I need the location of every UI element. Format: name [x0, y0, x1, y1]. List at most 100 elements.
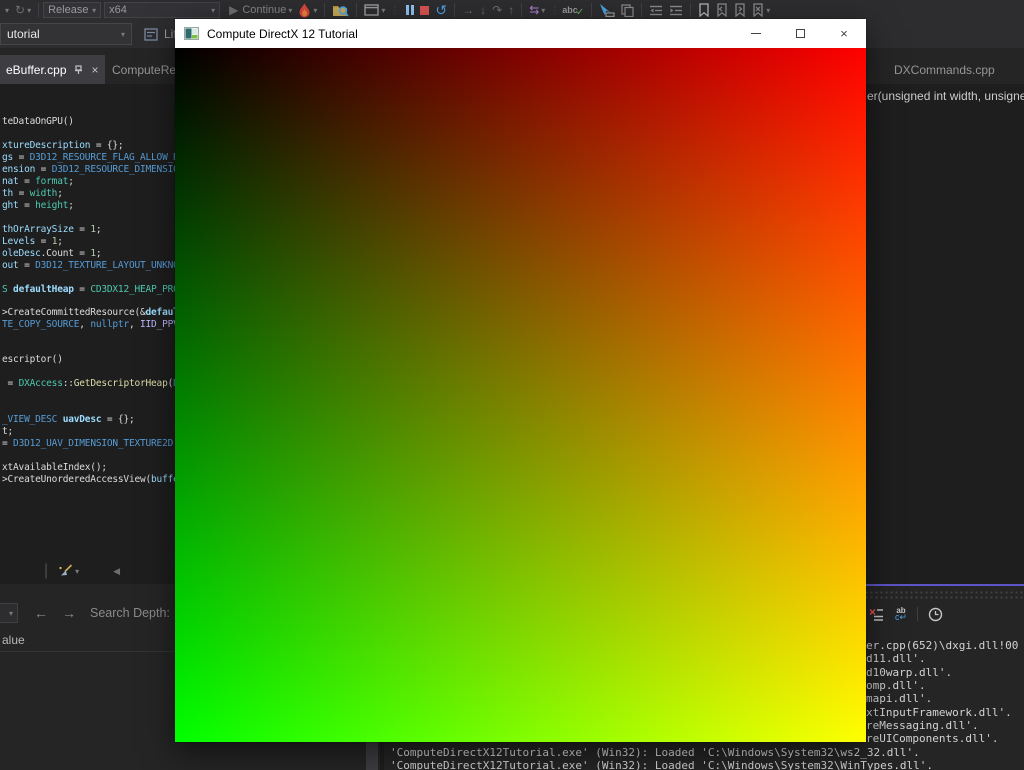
- code-token: ;: [57, 236, 63, 247]
- code-token: >CreateUnorderedAccessView(: [2, 474, 151, 485]
- separator: [591, 3, 592, 17]
- pause-button[interactable]: [403, 1, 417, 19]
- tab-ebuffer-cpp[interactable]: eBuffer.cpp ×: [0, 55, 105, 84]
- window-layout-button[interactable]: ▾: [361, 1, 388, 19]
- bookmark-next-icon: [734, 3, 746, 17]
- toolbar-overflow-grip[interactable]: ⋮: [390, 5, 397, 16]
- pause-icon: [406, 5, 414, 15]
- process-dropdown[interactable]: utorial ▾: [0, 23, 132, 45]
- clear-all-icon: [869, 608, 884, 621]
- separator: [324, 3, 325, 17]
- code-token: =: [13, 152, 30, 163]
- undo-dropdown-caret[interactable]: ▾: [0, 1, 12, 19]
- pin-icon[interactable]: [74, 64, 85, 75]
- code-token: = {};: [101, 414, 134, 425]
- code-token: = {};: [90, 140, 123, 151]
- lifecycle-events-icon: [144, 28, 158, 41]
- code-token: t;: [2, 426, 13, 437]
- code-token: teDataOnGPU(): [2, 116, 74, 127]
- tab-dxcommands-cpp[interactable]: DXCommands.cpp: [884, 55, 1005, 84]
- output-line: 'ComputeDirectX12Tutorial.exe' (Win32): …: [390, 760, 933, 770]
- code-line: = D3D12_UAV_DIMENSION_TEXTURE2D;: [2, 438, 176, 450]
- separator: [38, 3, 39, 17]
- code-token: ;: [96, 248, 102, 259]
- maximize-button[interactable]: [778, 19, 822, 48]
- code-token: ;: [57, 188, 63, 199]
- toolbar-overflow-grip[interactable]: ⋮: [550, 5, 557, 16]
- step-over-button[interactable]: ↷: [489, 1, 505, 19]
- code-token: height: [35, 200, 68, 211]
- code-token: _VIEW_DESC: [2, 414, 57, 425]
- code-line: S defaultHeap = CD3DX12_HEAP_PROP: [2, 284, 176, 296]
- code-token: D3D12_TEXTURE_LAYOUT_UNKNOW: [35, 260, 176, 271]
- minimize-button[interactable]: [734, 19, 778, 48]
- code-line: oleDesc.Count = 1;: [2, 248, 101, 260]
- next-bookmark-button[interactable]: [731, 1, 749, 19]
- code-line: Levels = 1;: [2, 236, 63, 248]
- code-token: th: [2, 188, 13, 199]
- code-token: D3D12_UAV_DIMENSION_TEXTURE2D: [13, 438, 173, 449]
- code-line: teDataOnGPU(): [2, 116, 74, 128]
- code-cleanup-button[interactable]: ▾: [58, 564, 79, 578]
- redo-button[interactable]: ↻ ▾: [12, 1, 34, 19]
- restart-button[interactable]: ↺: [432, 1, 450, 19]
- copy-button[interactable]: [618, 1, 637, 19]
- code-line: gs = D3D12_RESOURCE_FLAG_ALLOW_RE: [2, 152, 176, 164]
- code-token: =: [2, 378, 19, 389]
- code-token: .Count =: [41, 248, 91, 259]
- word-wrap-button[interactable]: ab c↵: [889, 608, 913, 620]
- step-into-button[interactable]: ↓: [477, 1, 489, 19]
- performance-profiler-button[interactable]: ▾: [295, 1, 320, 19]
- platform-dropdown[interactable]: x64▾: [104, 2, 220, 18]
- code-token: oleDesc: [2, 248, 41, 259]
- continue-button[interactable]: ▶ Continue ▾: [226, 1, 295, 19]
- code-editor[interactable]: teDataOnGPU() xtureDescription = {};gs = …: [0, 84, 176, 558]
- show-threads-button[interactable]: ⇆ ▾: [526, 1, 548, 19]
- output-toolbar: ab c↵: [864, 605, 949, 623]
- find-in-files-button[interactable]: [329, 1, 352, 19]
- app-window-title: Compute DirectX 12 Tutorial: [207, 27, 358, 41]
- check-icon: ✓: [576, 7, 584, 18]
- code-token: xtAvailableIndex();: [2, 462, 107, 473]
- prev-bookmark-button[interactable]: [713, 1, 731, 19]
- separator: [917, 607, 918, 621]
- code-token: >CreateCommittedResource(&: [2, 307, 146, 318]
- app-window-icon: [364, 4, 379, 16]
- show-next-statement-button[interactable]: →: [459, 1, 477, 19]
- timestamp-toggle-button[interactable]: [922, 607, 949, 622]
- code-line: xtureDescription = {};: [2, 140, 123, 152]
- output-line: omp.dll'.: [866, 680, 926, 692]
- code-line: nat = format;: [2, 176, 74, 188]
- code-line: t;: [2, 426, 13, 438]
- code-token: out: [2, 260, 19, 271]
- toggle-bookmark-button[interactable]: [695, 1, 713, 19]
- app-window-titlebar[interactable]: Compute DirectX 12 Tutorial ×: [175, 19, 866, 48]
- step-out-button[interactable]: ↑: [505, 1, 517, 19]
- code-token: Levels: [2, 236, 35, 247]
- configuration-dropdown[interactable]: Release▾: [43, 2, 101, 18]
- watch-back-button[interactable]: ←: [34, 605, 48, 621]
- stop-button[interactable]: [417, 1, 432, 19]
- watch-frame-dropdown[interactable]: ▾: [0, 603, 18, 623]
- watch-value-column-header[interactable]: alue: [2, 633, 25, 647]
- increase-indent-button[interactable]: [666, 1, 686, 19]
- editor-bottom-margin: | ▾ ◀: [0, 558, 176, 584]
- close-button[interactable]: ×: [822, 19, 866, 48]
- code-token: ;: [68, 200, 74, 211]
- code-token: nat: [2, 176, 19, 187]
- clear-output-button[interactable]: [864, 608, 889, 621]
- gradient-canvas: [175, 48, 866, 742]
- scrollbar-left-arrow[interactable]: ◀: [113, 566, 120, 577]
- code-token: TE_COPY_SOURCE: [2, 319, 79, 330]
- spellcheck-button[interactable]: abc ✓: [559, 1, 587, 19]
- output-line: d11.dll'.: [866, 653, 926, 665]
- member-navigation-bar[interactable]: er(unsigned int width, unsigne: [860, 84, 1024, 108]
- close-icon[interactable]: ×: [92, 63, 99, 77]
- code-token: ension: [2, 164, 35, 175]
- decrease-indent-button[interactable]: [646, 1, 666, 19]
- code-line: = DXAccess::GetDescriptorHeap(D3: [2, 378, 176, 390]
- clear-bookmarks-button[interactable]: ▾: [749, 1, 773, 19]
- run-to-cursor-button[interactable]: [596, 1, 618, 19]
- watch-forward-button[interactable]: →: [62, 605, 76, 621]
- output-line: 'ComputeDirectX12Tutorial.exe' (Win32): …: [390, 747, 920, 759]
